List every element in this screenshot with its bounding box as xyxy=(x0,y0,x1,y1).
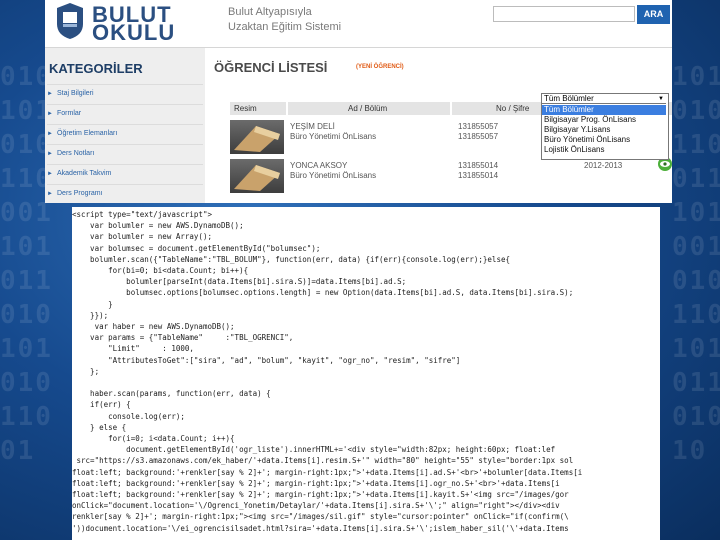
source-code-panel: <script type="text/javascript"> var bolu… xyxy=(72,207,660,540)
code-line: bolumler.scan({"TableName":"TBL_BOLUM"},… xyxy=(72,254,510,264)
sidebar-item-label: Ders Programı xyxy=(57,190,103,197)
code-line: var bolumler = new Array(); xyxy=(72,232,212,242)
arrow-right-icon: ► xyxy=(47,111,53,117)
arrow-right-icon: ► xyxy=(47,131,53,137)
sidebar-item-ders-notlari[interactable]: ► Ders Notları xyxy=(47,144,203,163)
arrow-right-icon: ► xyxy=(47,191,53,197)
arrow-right-icon: ► xyxy=(47,171,53,177)
code-line: <script type="text/javascript"> xyxy=(72,210,212,219)
code-line: float:left; background:'+renkler[say % 2… xyxy=(72,490,569,499)
sidebar-item-formlar[interactable]: ► Formlar xyxy=(47,104,203,123)
column-header-photo: Resim xyxy=(230,102,286,115)
code-line: bolumler[parseInt(data.Items[bi].sira.S)… xyxy=(72,277,407,287)
code-line: } xyxy=(72,299,113,309)
student-password: 131855014 xyxy=(458,171,499,180)
select-option[interactable]: Lojistik ÖnLisans xyxy=(542,145,666,155)
sidebar: KATEGORİLER ► Staj Bilgileri ► Formlar ► Öğ… xyxy=(45,48,205,203)
select-option[interactable]: Bilgisayar Prog. ÖnLisans xyxy=(542,115,666,125)
arrow-right-icon: ► xyxy=(47,151,53,157)
code-line: }; xyxy=(72,366,100,376)
code-line: var bolumsec = document.getElementById("… xyxy=(72,243,321,253)
binary-pattern-right: 101 010 110 011 101 001 010 110 101 011 … xyxy=(672,62,720,466)
code-line: var haber = new AWS.DynamoDB(); xyxy=(72,322,235,331)
select-option[interactable]: Bilgisayar Y.Lisans xyxy=(542,125,666,135)
code-line: renkler[say % 2]+'; margin-right:1px;"><… xyxy=(72,512,569,522)
page-title: ÖĞRENCİ LİSTESİ xyxy=(214,60,328,75)
sidebar-item-akademik-takvim[interactable]: ► Akademik Takvim xyxy=(47,164,203,183)
student-name: YONCA AKSOY xyxy=(290,161,348,170)
student-number: 131855057 xyxy=(458,122,499,131)
code-line: bolumsec.options[bolumsec.options.length… xyxy=(72,288,574,298)
code-line: float:left; background:'+renkler[say % 2… xyxy=(72,467,583,477)
search-input[interactable] xyxy=(493,6,635,22)
student-password: 131855057 xyxy=(458,132,499,141)
sidebar-item-ogretim-elemanlari[interactable]: ► Öğretim Elemanları xyxy=(47,124,203,143)
cloud-book-logo-icon xyxy=(55,2,85,40)
search-button[interactable]: ARA xyxy=(637,5,670,24)
student-department: Büro Yönetimi ÖnLisans xyxy=(290,171,377,180)
sidebar-item-ders-programi[interactable]: ► Ders Programı xyxy=(47,184,203,203)
code-line: src="https://s3.amazonaws.com/ek_haber/'… xyxy=(72,456,574,466)
student-number: 131855014 xyxy=(458,161,499,170)
select-current-value[interactable]: Tüm Bölümler ▼ xyxy=(542,94,666,104)
student-name: YEŞİM DELİ xyxy=(290,122,335,131)
app-screenshot: BULUT OKULU Bulut Altyapısıyla Uzaktan E… xyxy=(45,0,672,203)
code-line: var params = {"TableName" :"TBL_OGRENCI"… xyxy=(72,333,294,343)
code-line: onClick="document.location='\/Ogrenci_Yo… xyxy=(72,501,560,511)
sidebar-item-label: Akademik Takvim xyxy=(57,170,112,177)
binary-pattern-left: 010 101 010 110 001 101 011 010 101 010 … xyxy=(0,62,50,466)
code-line: if(err) { xyxy=(72,400,131,410)
code-line: "Limit" : 1000, xyxy=(72,344,194,354)
system-tagline-line1: Bulut Altyapısıyla xyxy=(228,6,312,18)
code-line: console.log(err); xyxy=(72,411,185,421)
code-line: } else { xyxy=(72,422,127,432)
student-photo xyxy=(230,120,284,154)
code-line: for(i=0; i<data.Count; i++){ xyxy=(72,434,235,443)
sidebar-item-label: Formlar xyxy=(57,110,82,117)
sidebar-item-staj-bilgileri[interactable]: ► Staj Bilgileri xyxy=(47,84,203,103)
new-student-link[interactable]: (YENİ ÖĞRENCİ) xyxy=(356,64,404,70)
code-line: for(bi=0; bi<data.Count; bi++){ xyxy=(72,266,249,275)
arrow-right-icon: ► xyxy=(47,91,53,97)
sidebar-item-label: Öğretim Elemanları xyxy=(57,130,118,137)
code-line: "AttributesToGet":["sira", "ad", "bolum"… xyxy=(72,355,461,365)
student-photo xyxy=(230,159,284,193)
site-header: BULUT OKULU Bulut Altyapısıyla Uzaktan E… xyxy=(45,0,672,48)
select-option[interactable]: Tüm Bölümler xyxy=(542,105,666,115)
select-option[interactable]: Büro Yönetimi ÖnLisans xyxy=(542,135,666,145)
system-tagline-line2: Uzaktan Eğitim Sistemi xyxy=(228,21,342,33)
column-header-name: Ad / Bölüm xyxy=(288,102,450,115)
code-line: document.getElementById('ogr_liste').inn… xyxy=(72,445,556,455)
sidebar-item-label: Staj Bilgileri xyxy=(57,90,94,97)
table-row: YONCA AKSOY Büro Yönetimi ÖnLisans 13185… xyxy=(230,157,672,196)
sidebar-item-label: Ders Notları xyxy=(57,150,95,157)
chevron-down-icon: ▼ xyxy=(658,96,664,102)
code-line: }}); xyxy=(72,310,109,320)
sidebar-title: KATEGORİLER xyxy=(49,61,143,76)
code-line: var bolumler = new AWS.DynamoDB(); xyxy=(72,221,244,231)
registration-year: 2012-2013 xyxy=(584,161,623,170)
department-filter-select[interactable]: Tüm Bölümler ▼ Tüm Bölümler Bilgisayar Pr… xyxy=(541,93,669,160)
logo-text-line2: OKULU xyxy=(92,20,176,45)
code-line: '))document.location='\/ei_ogrencisilsad… xyxy=(72,523,569,533)
code-line: haber.scan(params, function(err, data) { xyxy=(72,389,271,399)
code-line: float:left; background:'+renkler[say % 2… xyxy=(72,478,560,488)
student-department: Büro Yönetimi ÖnLisans xyxy=(290,132,377,141)
